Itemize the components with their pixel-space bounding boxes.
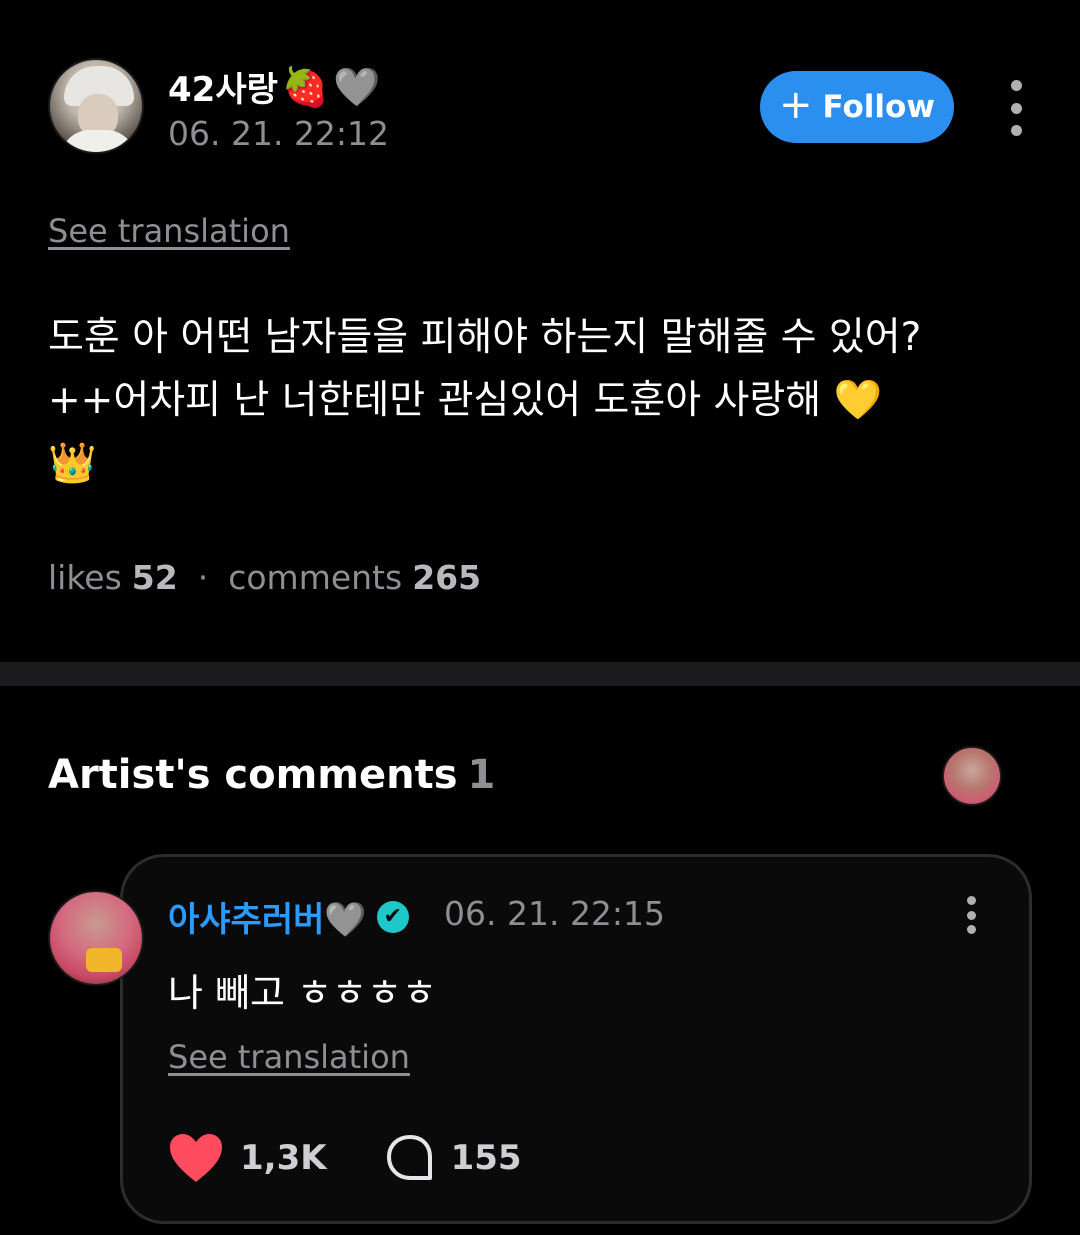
like-button[interactable]: 1,3K xyxy=(168,1132,327,1184)
post-timestamp: 06. 21. 22:12 xyxy=(168,114,390,153)
post-body-line: 👑 xyxy=(48,441,97,486)
comment-timestamp: 06. 21. 22:15 xyxy=(444,894,666,933)
grey-heart-emoji: 🩶 xyxy=(333,64,381,109)
comment-bubble-icon xyxy=(386,1135,432,1180)
comment-text: 나 빼고 ㅎㅎㅎㅎ xyxy=(168,971,437,1015)
kebab-dot xyxy=(1010,125,1022,136)
comment-see-translation-link[interactable]: See translation xyxy=(168,1038,410,1076)
post-body-line: 도훈 아 어떤 남자들을 피해야 하는지 말해줄 수 있어? xyxy=(48,315,922,360)
avatar-shirt-logo xyxy=(86,948,122,972)
like-count: 1,3K xyxy=(240,1138,327,1178)
likes-count: 52 xyxy=(131,558,178,597)
separator-dot: · xyxy=(197,558,209,597)
reply-count: 155 xyxy=(450,1138,522,1178)
heart-icon xyxy=(170,1134,222,1182)
strawberry-emoji: 🍓 xyxy=(281,64,330,109)
avatar-body xyxy=(60,130,136,152)
verified-badge-icon: ✔ xyxy=(376,900,409,933)
author-username[interactable]: 42사랑 xyxy=(168,62,278,111)
more-vertical-icon[interactable] xyxy=(964,896,978,934)
likes-label: likes xyxy=(48,558,122,597)
comments-label[interactable]: comments xyxy=(228,558,402,597)
plus-icon: + xyxy=(779,82,813,128)
section-divider xyxy=(0,662,1080,686)
reply-button[interactable]: 155 xyxy=(385,1133,522,1183)
kebab-dot xyxy=(966,925,976,934)
post-body: 도훈 아 어떤 남자들을 피해야 하는지 말해줄 수 있어? ++어차피 난 너… xyxy=(48,306,1038,495)
kebab-dot xyxy=(966,910,976,920)
follow-button[interactable]: + Follow xyxy=(760,71,954,143)
author-name-row[interactable]: 42사랑 🍓 🩶 xyxy=(168,62,381,111)
post-body-line: ++어차피 난 너한테만 관심있어 도훈아 사랑해 💛 xyxy=(48,378,883,423)
see-translation-link[interactable]: See translation xyxy=(48,212,290,250)
kebab-dot xyxy=(966,896,976,905)
kebab-dot xyxy=(1010,102,1022,114)
follow-button-label: Follow xyxy=(822,89,935,125)
artist-comments-count: 1 xyxy=(467,752,496,798)
commenter-name-row[interactable]: 아샤추러버🩶 ✔ xyxy=(168,892,409,941)
artist-comments-heading: Artist's comments 1 xyxy=(48,752,495,798)
more-vertical-icon[interactable] xyxy=(1006,80,1026,136)
post-stats: likes 52 · comments 265 xyxy=(48,558,481,597)
artist-comments-title: Artist's comments xyxy=(48,752,458,798)
author-avatar[interactable] xyxy=(48,58,144,154)
kebab-dot xyxy=(1010,80,1022,91)
commenter-name[interactable]: 아샤추러버🩶 xyxy=(168,892,367,941)
artist-avatar-thumbnail[interactable] xyxy=(942,746,1002,806)
commenter-avatar[interactable] xyxy=(48,890,144,986)
comment-reactions: 1,3K 155 xyxy=(168,1132,522,1184)
comments-count[interactable]: 265 xyxy=(412,558,481,597)
post-header: 42사랑 🍓 🩶 06. 21. 22:12 + Follow xyxy=(48,58,1038,158)
